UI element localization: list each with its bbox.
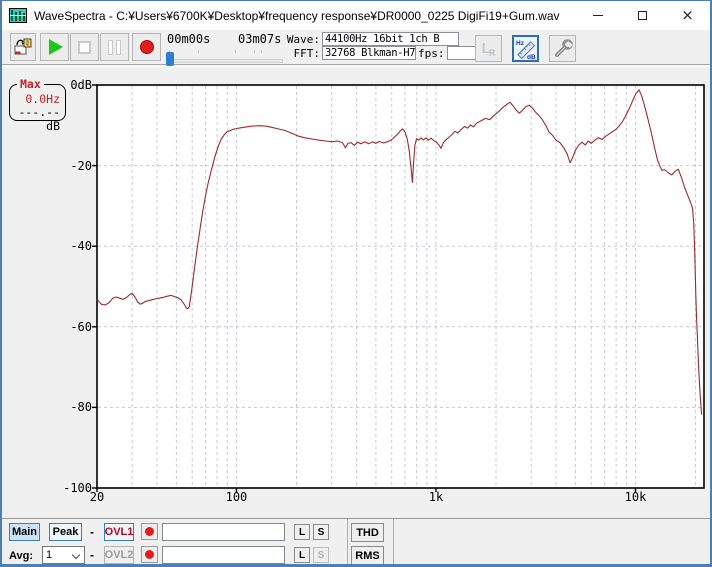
divider: [347, 519, 348, 564]
minimize-button[interactable]: [575, 1, 620, 30]
channel-lr-button[interactable]: LR: [475, 35, 502, 62]
stop-button[interactable]: [70, 33, 99, 61]
spectrum-panel: Max 0.0Hz ---.--dB 0dB -20 -40 -60 -80 -100 2…: [2, 66, 710, 518]
avg-select[interactable]: 1: [42, 546, 85, 564]
peak-view-button[interactable]: Peak: [49, 523, 82, 541]
pause-button[interactable]: [100, 33, 129, 61]
chevron-down-icon: [71, 550, 81, 560]
maximize-icon: [638, 11, 647, 20]
bottom-bar: Main Peak - OVL1 L S THD Avg: 1 - OVL2 L…: [2, 518, 710, 564]
thd-button[interactable]: THD: [351, 523, 384, 542]
wave-info-field: 44100Hz 16bit 1ch B: [322, 32, 459, 46]
ovl1-record-button[interactable]: [141, 523, 158, 540]
wavespectra-window: WaveSpectra - C:¥Users¥6700K¥Desktop¥fre…: [0, 0, 712, 567]
play-icon: [49, 39, 63, 55]
dash-separator: -: [90, 548, 94, 562]
divider: [393, 519, 394, 564]
x-axis: 20 100 1k 10k: [2, 67, 710, 519]
close-button[interactable]: ×: [665, 1, 710, 30]
wave-label: Wave:: [286, 33, 320, 46]
svg-text:dB: dB: [527, 54, 536, 60]
slider-tick: [198, 50, 199, 53]
position-slider-thumb[interactable]: [166, 52, 174, 66]
close-icon: ×: [681, 6, 694, 24]
avg-label: Avg:: [9, 550, 34, 562]
wrench-icon: [554, 38, 573, 57]
x-axis-label: 20: [89, 490, 105, 504]
hz-db-ruler-icon: Hz dB: [516, 40, 536, 60]
app-icon: [9, 8, 27, 23]
svg-text:Hz: Hz: [516, 40, 525, 47]
x-axis-label: 1k: [428, 490, 444, 504]
maximize-button[interactable]: [620, 1, 665, 30]
ovl2-button[interactable]: OVL2: [104, 546, 134, 564]
fft-info-field: 32768 Blkman-H7: [322, 46, 416, 60]
ovl2-record-button[interactable]: [141, 546, 158, 563]
ovl1-record-icon: [145, 527, 154, 536]
record-icon: [139, 40, 154, 54]
pause-icon: [108, 39, 121, 55]
rms-button[interactable]: RMS: [351, 546, 384, 564]
channel-lr-icon-r: R: [488, 47, 496, 58]
window-title: WaveSpectra - C:¥Users¥6700K¥Desktop¥fre…: [34, 8, 560, 23]
settings-button[interactable]: [549, 35, 576, 62]
position-slider-track[interactable]: [166, 59, 283, 63]
ovl2-field[interactable]: [162, 546, 285, 564]
title-bar[interactable]: WaveSpectra - C:¥Users¥6700K¥Desktop¥fre…: [2, 1, 710, 30]
x-axis-label: 10k: [624, 490, 647, 504]
open-file-icon: [14, 38, 32, 55]
ovl2-save-button[interactable]: S: [313, 547, 329, 563]
fft-label: FFT:: [293, 47, 321, 60]
ovl1-field[interactable]: [162, 523, 285, 541]
stop-icon: [78, 40, 91, 54]
record-button[interactable]: [132, 33, 161, 61]
main-view-button[interactable]: Main: [9, 523, 40, 541]
avg-value: 1: [46, 549, 53, 561]
slider-tick: [235, 50, 236, 53]
slider-tick: [254, 50, 255, 53]
fps-label: fps:: [418, 47, 445, 60]
x-axis-label: 100: [225, 490, 248, 504]
toolbar: 00m00s 03m07s Wave: 44100Hz 16bit 1ch B …: [2, 30, 710, 66]
ovl2-load-button[interactable]: L: [294, 547, 310, 563]
ovl1-load-button[interactable]: L: [294, 524, 310, 540]
ovl2-record-icon: [145, 550, 154, 559]
minimize-icon: [592, 15, 603, 16]
open-file-button[interactable]: [10, 33, 36, 61]
play-button[interactable]: [40, 33, 69, 61]
dash-separator: -: [90, 525, 94, 539]
ovl1-save-button[interactable]: S: [313, 524, 329, 540]
hz-db-scale-button[interactable]: Hz dB: [512, 35, 539, 62]
ovl1-button[interactable]: OVL1: [104, 523, 134, 541]
slider-tick: [261, 50, 262, 53]
time-elapsed: 00m00s: [167, 32, 211, 46]
